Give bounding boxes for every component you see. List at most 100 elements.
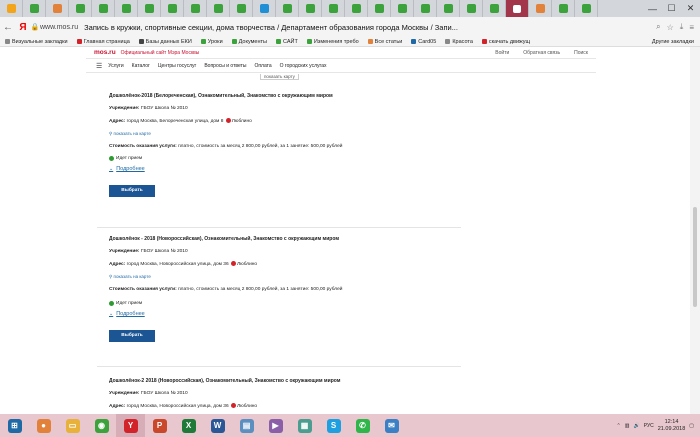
browser-tab[interactable] xyxy=(483,0,506,17)
volume-icon[interactable]: 🔊 xyxy=(633,423,639,429)
nav-item-catalog[interactable]: Каталог xyxy=(132,63,150,69)
close-icon[interactable]: ✕ xyxy=(681,0,700,17)
tab-favicon-icon xyxy=(397,4,407,13)
browser-tab[interactable] xyxy=(437,0,460,17)
minimize-icon[interactable]: — xyxy=(643,0,662,17)
excel-app[interactable]: X xyxy=(174,414,203,437)
bookmark-item[interactable]: Красота xyxy=(445,39,473,45)
start-button[interactable]: ⊞ xyxy=(0,414,29,437)
chrome-app[interactable]: ◉ xyxy=(87,414,116,437)
tab-favicon-icon xyxy=(236,4,246,13)
clock[interactable]: 12:14 21.09.2018 xyxy=(658,419,686,433)
bookmark-item[interactable]: Уроки xyxy=(200,39,223,45)
firefox-app[interactable]: ● xyxy=(29,414,58,437)
browser-tab[interactable] xyxy=(322,0,345,17)
search-icon[interactable]: ⌕ xyxy=(656,22,660,32)
browser-tab[interactable] xyxy=(276,0,299,17)
lock-icon[interactable]: 🔒 xyxy=(30,23,40,31)
select-button[interactable]: Выбрать xyxy=(109,329,155,342)
whatsapp-app[interactable]: ✆ xyxy=(348,414,377,437)
bookmark-item[interactable]: Визуальные закладки xyxy=(5,39,68,45)
program-title[interactable]: Дошколёнок-2018 (Белореченская), Ознаком… xyxy=(109,93,461,99)
app-11[interactable]: ▦ xyxy=(290,414,319,437)
powerpoint-app[interactable]: P xyxy=(145,414,174,437)
enrollment-status: Идет прием xyxy=(109,300,461,306)
nav-item-about-services[interactable]: О городских услугах xyxy=(280,63,327,69)
bookmark-item[interactable]: Главная страница xyxy=(76,39,130,45)
browser-tab[interactable] xyxy=(46,0,69,17)
bookmark-item[interactable]: Все статьи xyxy=(367,39,402,45)
bookmark-item[interactable]: САЙТ xyxy=(276,39,298,45)
details-toggle[interactable]: ⌄ Подробнее xyxy=(109,311,461,317)
skype-app[interactable]: S xyxy=(319,414,348,437)
select-button[interactable]: Выбрать xyxy=(109,184,155,197)
site-top-bar: mos.ru Официальный сайт Мэра Москвы Войт… xyxy=(86,47,596,59)
browser-tab[interactable] xyxy=(414,0,437,17)
login-link[interactable]: Войти xyxy=(495,50,509,56)
browser-tab[interactable] xyxy=(575,0,598,17)
notepad-app[interactable]: ▤ xyxy=(232,414,261,437)
tray-chevron-icon[interactable]: ⌃ xyxy=(617,423,621,429)
browser-tab[interactable] xyxy=(345,0,368,17)
app-14[interactable]: ✉ xyxy=(377,414,406,437)
browser-tab[interactable] xyxy=(299,0,322,17)
url-text[interactable]: www.mos.ru xyxy=(40,24,78,31)
browser-tab[interactable] xyxy=(460,0,483,17)
show-map-button[interactable]: показать карту xyxy=(260,74,299,80)
address-bar: ← Я 🔒 www.mos.ru Запись в кружки, спорти… xyxy=(0,17,700,37)
browser-tab[interactable] xyxy=(184,0,207,17)
show-on-map-link[interactable]: ⚲ показать на карте xyxy=(109,274,461,280)
nav-item-centers[interactable]: Центры госуслуг xyxy=(158,63,196,69)
notifications-icon[interactable]: ▢ xyxy=(689,423,694,429)
browser-tab[interactable] xyxy=(161,0,184,17)
search-link[interactable]: Поиск xyxy=(574,50,588,56)
word-app[interactable]: W xyxy=(203,414,232,437)
program-title[interactable]: Дошколёнок - 2018 (Новороссийская), Озна… xyxy=(109,236,461,242)
browser-tab[interactable] xyxy=(69,0,92,17)
browser-tab[interactable] xyxy=(92,0,115,17)
nav-item-services[interactable]: Услуги xyxy=(108,63,123,69)
browser-tab[interactable] xyxy=(115,0,138,17)
browser-tab[interactable] xyxy=(253,0,276,17)
show-on-map-link[interactable]: ⚲ показать на карте xyxy=(109,131,461,137)
yandex-logo-icon[interactable]: Я xyxy=(16,22,30,33)
bookmark-star-icon[interactable]: ☆ xyxy=(667,23,674,32)
tab-favicon-icon xyxy=(190,4,200,13)
menu-icon[interactable]: ≡ xyxy=(689,23,694,32)
site-logo[interactable]: mos.ru xyxy=(94,49,116,56)
browser-tab[interactable] xyxy=(230,0,253,17)
download-icon[interactable]: ⤓ xyxy=(680,22,684,32)
bookmark-item[interactable]: Документы xyxy=(231,39,267,45)
back-icon[interactable]: ← xyxy=(0,22,16,33)
language-indicator[interactable]: РУС xyxy=(644,423,654,429)
browser-tab[interactable] xyxy=(138,0,161,17)
feedback-link[interactable]: Обратная связь xyxy=(523,50,560,56)
browser-tab[interactable] xyxy=(23,0,46,17)
hamburger-menu-icon[interactable]: ☰ xyxy=(96,62,102,70)
network-icon[interactable]: ▥ xyxy=(625,423,630,429)
scrollbar-thumb[interactable] xyxy=(693,207,697,307)
bookmark-item[interactable]: Базы данных ЕКИ xyxy=(138,39,192,45)
browser-tab[interactable] xyxy=(368,0,391,17)
yandex-browser-app[interactable]: Y xyxy=(116,414,145,437)
bookmark-item[interactable]: Card05 xyxy=(411,39,436,45)
maximize-icon[interactable]: ☐ xyxy=(662,0,681,17)
browser-tab[interactable] xyxy=(391,0,414,17)
page-scrollbar[interactable] xyxy=(690,47,700,414)
browser-tab[interactable] xyxy=(552,0,575,17)
browser-tab[interactable] xyxy=(506,0,529,17)
browser-tab[interactable] xyxy=(0,0,23,17)
explorer-app[interactable]: ▭ xyxy=(58,414,87,437)
nav-item-payment[interactable]: Оплата xyxy=(254,63,271,69)
site-top-links: Войти Обратная связь Поиск xyxy=(495,50,596,56)
other-bookmarks[interactable]: Другие закладки xyxy=(652,39,700,45)
page-title[interactable]: Запись в кружки, спортивные секции, дома… xyxy=(84,23,458,32)
media-app[interactable]: ▶ xyxy=(261,414,290,437)
program-title[interactable]: Дошколёнок-2 2018 (Новороссийская), Озна… xyxy=(109,378,461,384)
bookmark-item[interactable]: Изменения требо xyxy=(306,39,359,45)
nav-item-faq[interactable]: Вопросы и ответы xyxy=(204,63,246,69)
browser-tab[interactable] xyxy=(207,0,230,17)
bookmark-item[interactable]: скачать движущ xyxy=(481,39,530,45)
details-toggle[interactable]: ⌄ Подробнее xyxy=(109,166,461,172)
browser-tab[interactable] xyxy=(529,0,552,17)
